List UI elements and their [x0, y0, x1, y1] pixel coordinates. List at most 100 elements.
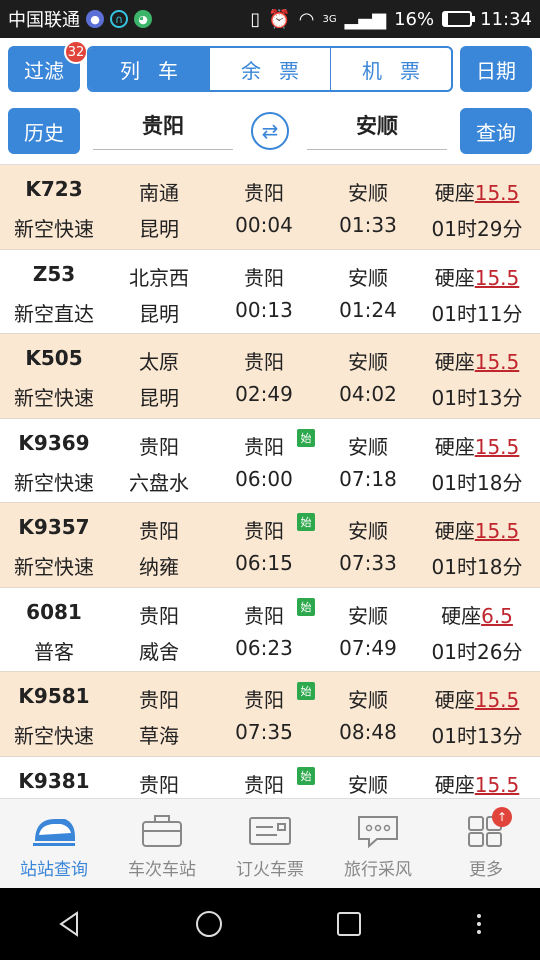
tab-travel-notes[interactable]: 旅行采风 — [324, 799, 432, 888]
seat-class: 硬座 — [434, 772, 475, 797]
price-link[interactable]: 6.5 — [481, 604, 513, 628]
departure-time: 07:35 — [235, 720, 293, 744]
fare: 硬座15.5 — [418, 684, 536, 713]
departure-time: 00:13 — [235, 297, 293, 322]
departure-station: 贵阳 — [244, 181, 284, 205]
fare: 硬座15.5 — [418, 262, 536, 291]
briefcase-icon — [142, 815, 182, 847]
travel-duration: 01时11分 — [431, 301, 523, 326]
origin-start-badge: 始 — [297, 766, 315, 785]
train-number: K9581 — [18, 684, 90, 708]
train-number: K723 — [25, 177, 83, 201]
price-link[interactable]: 15.5 — [475, 688, 520, 712]
price-link[interactable]: 15.5 — [475, 435, 520, 459]
history-button[interactable]: 历史 — [8, 108, 80, 154]
price-link[interactable]: 15.5 — [475, 519, 520, 543]
tab-flights[interactable]: 机票 — [331, 48, 451, 90]
price-link[interactable]: 15.5 — [475, 773, 520, 797]
from-station-field[interactable]: 贵阳 — [93, 100, 233, 150]
departure-station: 贵阳 — [244, 434, 284, 459]
train-number: K9369 — [18, 430, 90, 455]
origin-station: 北京西 — [129, 265, 189, 290]
origin-start-badge: 始 — [297, 513, 315, 531]
date-button[interactable]: 日期 — [460, 46, 532, 92]
app-notification-icon: ● — [86, 10, 104, 28]
destination-station: 纳雍 — [139, 555, 179, 579]
network-type: 3G — [322, 13, 337, 25]
price-link[interactable]: 15.5 — [475, 266, 520, 290]
home-icon[interactable] — [194, 909, 224, 939]
seat-class: 硬座 — [441, 603, 482, 628]
seat-class: 硬座 — [434, 265, 475, 290]
query-button[interactable]: 查询 — [460, 108, 532, 154]
price-link[interactable]: 15.5 — [475, 350, 520, 374]
recents-icon[interactable] — [334, 909, 364, 939]
train-row[interactable]: K723 新空快速 南通 昆明 贵阳 00:04 安顺 01:33 01时29分 硬座15.5 — [0, 165, 540, 250]
fare: 硬座15.5 — [418, 515, 536, 544]
train-row[interactable]: K9369 新空快速 贵阳 六盘水 贵阳 06:00 安顺 07:18 01时18分 硬座15.5… — [0, 418, 540, 503]
headset-icon: ∩ — [110, 10, 128, 28]
arrival-station: 安顺 — [348, 181, 388, 205]
seat-class: 硬座 — [434, 434, 475, 459]
tab-train-station[interactable]: 车次车站 — [108, 799, 216, 888]
more-options-icon[interactable] — [473, 909, 485, 939]
tab-label: 订火车票 — [236, 860, 304, 880]
train-row[interactable]: K9357 新空快速 贵阳 纳雍 贵阳 06:15 安顺 07:33 01时18分 硬座15.5 始 — [0, 503, 540, 588]
train-type: 新空快速 — [14, 217, 94, 241]
arrival-time: 01:24 — [339, 297, 397, 322]
seat-class: 硬座 — [434, 181, 475, 205]
fare: 硬座15.5 — [418, 769, 536, 798]
train-row[interactable]: K505 新空快速 太原 昆明 贵阳 02:49 安顺 04:02 01时13分 硬座15.5 — [0, 334, 540, 419]
train-type: 新空直达 — [14, 301, 94, 326]
to-station-field[interactable]: 安顺 — [307, 100, 447, 150]
train-number: 6081 — [26, 599, 82, 624]
departure-station: 贵阳 — [244, 772, 284, 797]
origin-station: 贵阳 — [139, 688, 179, 712]
arrival-station: 安顺 — [348, 519, 388, 543]
arrival-time: 01:33 — [339, 213, 397, 237]
departure-station: 贵阳 — [244, 265, 284, 290]
origin-start-badge: 始 — [297, 682, 315, 700]
departure-time: 06:15 — [235, 551, 293, 575]
train-list: K723 新空快速 南通 昆明 贵阳 00:04 安顺 01:33 01时29分 硬座15.5 Z5… — [0, 164, 540, 798]
travel-duration: 01时18分 — [431, 555, 523, 579]
seat-class: 硬座 — [434, 350, 475, 374]
tab-label: 旅行采风 — [344, 860, 412, 880]
train-row[interactable]: K9381 贵阳 贵阳 安顺 硬座15.5 始 — [0, 756, 540, 798]
arrival-station: 安顺 — [348, 603, 388, 628]
wechat-icon: ◕ — [134, 10, 152, 28]
fare: 硬座6.5 — [418, 600, 536, 629]
train-row[interactable]: 6081 普客 贵阳 威舍 贵阳 06:23 安顺 07:49 01时26分 硬座6.5 始 — [0, 587, 540, 672]
train-type: 新空快速 — [14, 386, 94, 410]
tab-book-tickets[interactable]: 订火车票 — [216, 799, 324, 888]
train-type: 新空快速 — [14, 470, 94, 495]
swap-icon: ⇄ — [261, 119, 279, 143]
tab-more[interactable]: ↑ 更多 — [432, 799, 540, 888]
train-row[interactable]: K9581 新空快速 贵阳 草海 贵阳 07:35 安顺 08:48 01时13分 硬座15.5 始 — [0, 672, 540, 757]
back-icon[interactable] — [55, 909, 85, 939]
departure-station: 贵阳 — [244, 519, 284, 543]
fare: 硬座15.5 — [418, 346, 536, 375]
train-type: 新空快速 — [14, 555, 94, 579]
filter-count-badge: 32 — [64, 40, 88, 64]
arrival-time: 08:48 — [339, 720, 397, 744]
seat-class: 硬座 — [434, 688, 475, 712]
train-row[interactable]: Z53 新空直达 北京西 昆明 贵阳 00:13 安顺 01:24 01时11分 硬座15.5 — [0, 249, 540, 334]
signal-icon: ▂▄▆ — [344, 8, 387, 30]
price-link[interactable]: 15.5 — [475, 181, 520, 205]
origin-start-badge: 始 — [297, 597, 315, 616]
train-number: K9357 — [18, 515, 90, 539]
update-badge-icon: ↑ — [492, 807, 512, 827]
tab-remaining-tickets[interactable]: 余票 — [210, 48, 331, 90]
origin-station: 贵阳 — [139, 772, 179, 797]
arrival-time: 07:49 — [339, 635, 397, 660]
tab-train[interactable]: 列车 — [89, 48, 210, 90]
swap-stations-button[interactable]: ⇄ — [251, 112, 289, 150]
tab-station-to-station[interactable]: 站站查询 — [0, 799, 108, 888]
origin-start-badge: 始 — [297, 428, 315, 447]
filter-button[interactable]: 过滤 32 — [8, 40, 88, 92]
origin-station: 太原 — [139, 350, 179, 374]
departure-time: 00:04 — [235, 213, 293, 237]
destination-station: 昆明 — [139, 301, 179, 326]
travel-duration: 01时18分 — [431, 470, 523, 495]
